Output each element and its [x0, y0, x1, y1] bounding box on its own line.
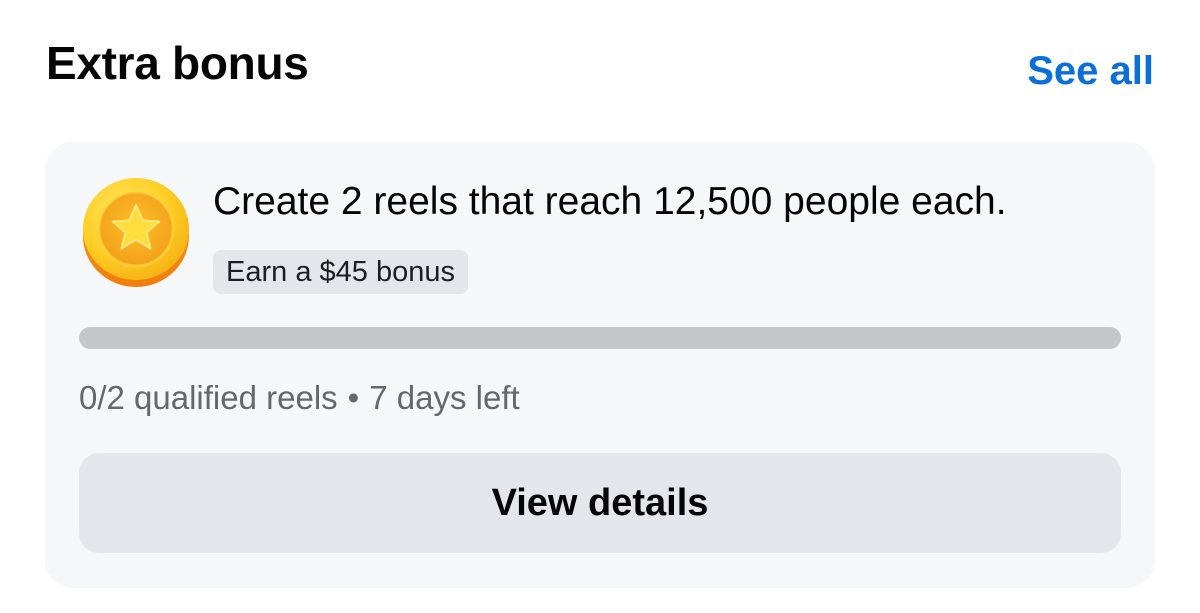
- star-coin-icon: [81, 176, 191, 288]
- status-line: 0/2 qualified reels • 7 days left: [79, 376, 520, 420]
- task-description: Create 2 reels that reach 12,500 people …: [213, 180, 1007, 223]
- progress-bar: [79, 327, 1121, 349]
- status-separator: •: [347, 379, 360, 416]
- bonus-card: Create 2 reels that reach 12,500 people …: [45, 142, 1155, 588]
- days-left: 7 days left: [369, 379, 520, 416]
- see-all-link[interactable]: See all: [1027, 48, 1154, 94]
- qualified-reels-count: 0/2 qualified reels: [79, 379, 338, 416]
- section-title: Extra bonus: [46, 37, 309, 89]
- reward-badge: Earn a $45 bonus: [213, 250, 468, 294]
- view-details-button[interactable]: View details: [79, 453, 1121, 553]
